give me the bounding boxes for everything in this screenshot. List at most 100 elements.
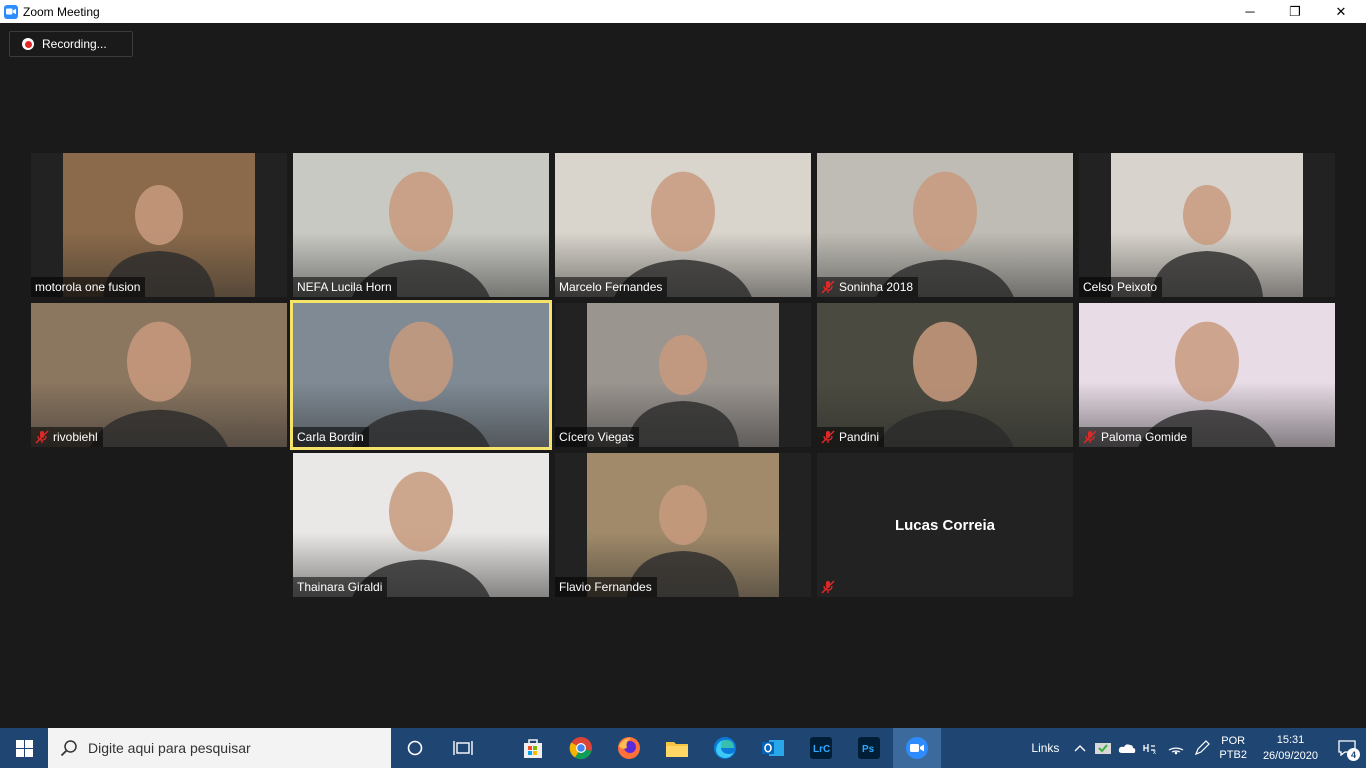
windows-logo-icon <box>15 739 33 757</box>
windows-taskbar: Digite aqui para pesquisar LrC Ps Links <box>0 728 1366 768</box>
participant-video <box>63 153 255 297</box>
participant-video <box>293 153 549 297</box>
clock-time: 15:31 <box>1276 734 1305 746</box>
taskbar-clock[interactable]: 15:31 26/09/2020 <box>1263 732 1318 764</box>
participant-video <box>31 303 287 447</box>
participant-tile[interactable]: Cícero Viegas <box>555 303 811 447</box>
lightroom-icon[interactable]: LrC <box>797 728 845 768</box>
muted-microphone-icon <box>821 430 835 444</box>
record-icon <box>22 38 34 50</box>
chevron-up-icon[interactable] <box>1069 728 1091 768</box>
store-icon[interactable] <box>509 728 557 768</box>
participant-name: rivobiehl <box>53 430 98 444</box>
notification-count: 4 <box>1347 748 1360 761</box>
participant-name: Thainara Giraldi <box>297 580 383 594</box>
participant-nameplate: Flavio Fernandes <box>555 577 657 597</box>
participant-nameplate: Celso Peixoto <box>1079 277 1163 297</box>
zoom-taskbar-icon[interactable] <box>893 728 941 768</box>
muted-microphone-icon <box>35 430 49 444</box>
participant-tile[interactable]: Marcelo Fernandes <box>555 153 811 297</box>
recording-label: Recording... <box>42 37 107 51</box>
participant-tile[interactable]: Pandini <box>817 303 1073 447</box>
participant-tile[interactable]: Lucas Correia <box>817 453 1073 597</box>
participant-video <box>817 303 1073 447</box>
defender-icon[interactable] <box>1091 728 1115 768</box>
search-icon <box>60 740 77 757</box>
participant-nameplate: Marcelo Fernandes <box>555 277 668 297</box>
participant-tile[interactable]: Paloma Gomide <box>1079 303 1335 447</box>
language-code: POR <box>1221 735 1246 747</box>
photoshop-icon[interactable]: Ps <box>845 728 893 768</box>
participant-name: NEFA Lucila Horn <box>297 280 392 294</box>
participant-nameplate <box>817 577 844 597</box>
participant-nameplate: Cícero Viegas <box>555 427 640 447</box>
participant-video <box>293 303 549 447</box>
participant-video <box>1111 153 1303 297</box>
clock-date: 26/09/2020 <box>1262 750 1318 762</box>
participant-name: motorola one fusion <box>35 280 141 294</box>
participant-tile[interactable]: Celso Peixoto <box>1079 153 1335 297</box>
participant-nameplate: Carla Bordin <box>293 427 369 447</box>
participant-tile[interactable]: rivobiehl <box>31 303 287 447</box>
pen-icon[interactable] <box>1189 728 1215 768</box>
participant-nameplate: Paloma Gomide <box>1079 427 1193 447</box>
participant-tile[interactable]: Flavio Fernandes <box>555 453 811 597</box>
participant-video <box>293 453 549 597</box>
firefox-icon[interactable] <box>605 728 653 768</box>
input-language[interactable]: POR PTB2 <box>1219 734 1247 762</box>
participant-display-name: Lucas Correia <box>894 516 996 534</box>
participant-nameplate: NEFA Lucila Horn <box>293 277 397 297</box>
chrome-icon[interactable] <box>557 728 605 768</box>
participant-tile[interactable]: Carla Bordin <box>290 300 552 450</box>
participant-video <box>1079 303 1335 447</box>
svg-text:x: x <box>1153 750 1156 755</box>
title-bar: Zoom Meeting ─ ❐ ✕ <box>0 0 1366 23</box>
svg-text:LrC: LrC <box>813 744 830 755</box>
participant-name: Soninha 2018 <box>839 280 914 294</box>
participant-nameplate: motorola one fusion <box>31 277 146 297</box>
window-title: Zoom Meeting <box>23 4 100 19</box>
start-button[interactable] <box>0 728 48 768</box>
close-button[interactable]: ✕ <box>1318 0 1364 23</box>
participant-nameplate: Thainara Giraldi <box>293 577 388 597</box>
minimize-button[interactable]: ─ <box>1227 0 1273 23</box>
participant-tile[interactable]: NEFA Lucila Horn <box>293 153 549 297</box>
participant-name: Celso Peixoto <box>1083 280 1158 294</box>
restore-button[interactable]: ❐ <box>1272 0 1318 23</box>
participant-name: Marcelo Fernandes <box>559 280 663 294</box>
participant-name: Cícero Viegas <box>559 430 635 444</box>
participant-tile[interactable]: Soninha 2018 <box>817 153 1073 297</box>
taskbar-search-box[interactable]: Digite aqui para pesquisar <box>48 728 391 768</box>
participant-name: Paloma Gomide <box>1101 430 1188 444</box>
participant-tile[interactable]: motorola one fusion <box>31 153 287 297</box>
participant-video <box>587 453 779 597</box>
wifi-icon[interactable] <box>1163 728 1189 768</box>
edge-icon[interactable] <box>701 728 749 768</box>
links-toolbar[interactable]: Links <box>1031 728 1059 768</box>
task-view-icon[interactable] <box>439 728 487 768</box>
participant-video <box>555 153 811 297</box>
participant-nameplate: Pandini <box>817 427 885 447</box>
participant-name: Pandini <box>839 430 880 444</box>
muted-microphone-icon <box>821 580 835 594</box>
recording-indicator[interactable]: Recording... <box>9 31 133 57</box>
file-explorer-icon[interactable] <box>653 728 701 768</box>
svg-text:Ps: Ps <box>862 744 875 755</box>
participant-nameplate: Soninha 2018 <box>817 277 919 297</box>
participant-name: Carla Bordin <box>297 430 364 444</box>
search-placeholder: Digite aqui para pesquisar <box>88 740 251 756</box>
onedrive-icon[interactable] <box>1115 728 1139 768</box>
participant-name: Flavio Fernandes <box>559 580 652 594</box>
muted-microphone-icon <box>821 280 835 294</box>
cortana-icon[interactable] <box>391 728 439 768</box>
notifications-button[interactable]: 4 <box>1328 728 1366 768</box>
zoom-app-icon <box>4 4 18 19</box>
outlook-icon[interactable] <box>749 728 797 768</box>
participant-video <box>587 303 779 447</box>
keyboard-layout: PTB2 <box>1219 749 1247 761</box>
system-tray: Links x POR PTB2 15:31 26/09/2020 4 <box>1031 728 1366 768</box>
power-icon[interactable]: x <box>1139 728 1163 768</box>
participant-nameplate: rivobiehl <box>31 427 103 447</box>
participant-tile[interactable]: Thainara Giraldi <box>293 453 549 597</box>
muted-microphone-icon <box>1083 430 1097 444</box>
